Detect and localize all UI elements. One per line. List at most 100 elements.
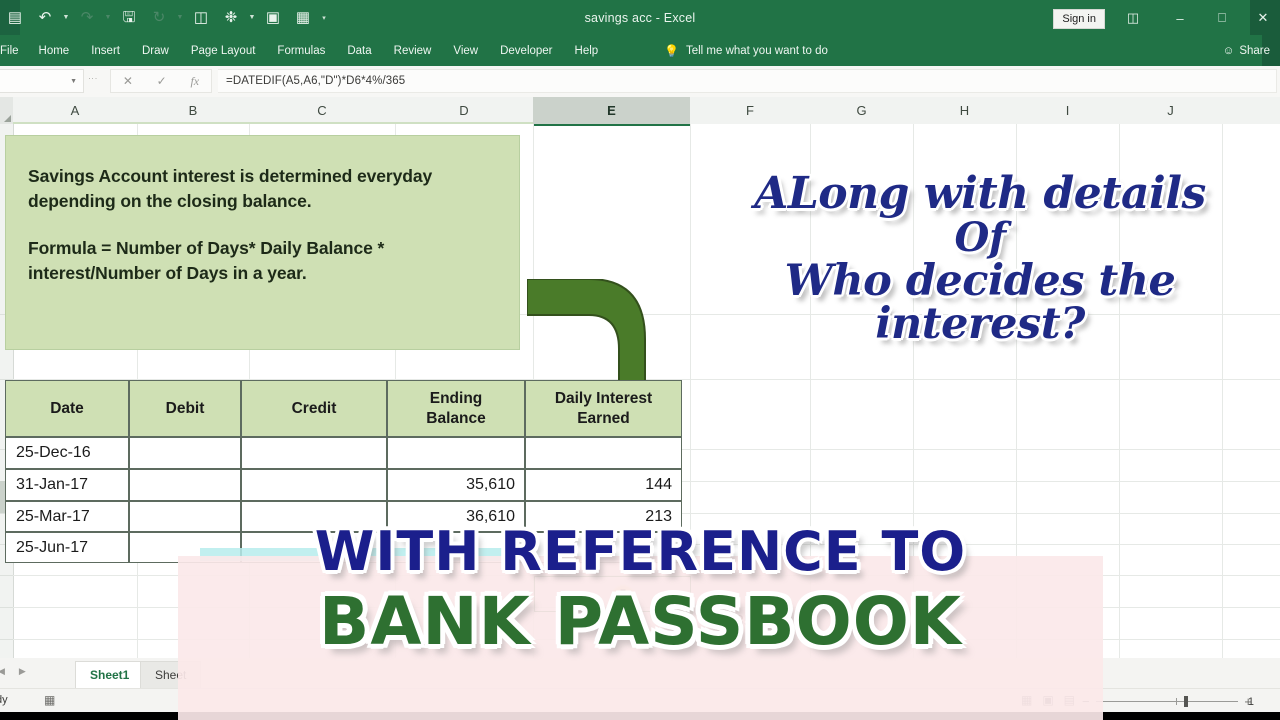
overlay-pink-panel	[178, 556, 1103, 720]
tab-developer[interactable]: Developer	[489, 35, 563, 66]
minimize-icon[interactable]: –	[1165, 7, 1195, 29]
share-button[interactable]: ☺ Share	[1223, 35, 1270, 66]
row-header-8[interactable]	[0, 575, 14, 608]
redo-icon[interactable]: ↷	[72, 5, 102, 31]
column-header-c[interactable]: C	[249, 97, 396, 124]
formula-input[interactable]: =DATEDIF(A5,A6,"D")*D6*4%/365	[218, 69, 1277, 93]
cell-credit-3[interactable]	[241, 501, 387, 532]
cell-daily-interest-2[interactable]: 144	[525, 469, 682, 501]
tab-draw[interactable]: Draw	[131, 35, 180, 66]
table-header-row: Date Debit Credit Ending Balance Daily I…	[5, 380, 682, 437]
sheet-tab-sheet1[interactable]: Sheet1	[75, 661, 145, 690]
formula-bar-grip[interactable]: ⋮	[88, 74, 98, 83]
customize-qat-icon[interactable]: ▾	[318, 5, 330, 31]
th-date: Date	[5, 380, 129, 437]
table-row[interactable]: 25-Mar-17 36,610 213	[5, 501, 682, 532]
passbook-table: Date Debit Credit Ending Balance Daily I…	[5, 380, 682, 563]
zoom-slider-handle[interactable]	[1184, 695, 1189, 707]
th-ending-balance-l1: Ending	[429, 390, 483, 408]
zoom-level-label: 1	[1247, 696, 1254, 708]
th-ending-balance-l2: Balance	[426, 409, 486, 427]
name-box[interactable]: ▼	[0, 69, 84, 93]
cell-ending-balance-1[interactable]	[387, 437, 525, 469]
table-row[interactable]: 31-Jan-17 35,610 144	[5, 469, 682, 501]
zoom-control[interactable]: − + 1	[1082, 692, 1254, 710]
undo-dropdown-caret-icon[interactable]: ▼	[60, 5, 72, 31]
tab-formulas[interactable]: Formulas	[266, 35, 336, 66]
nav-first-icon[interactable]: ◀	[0, 666, 5, 677]
record-macro-icon[interactable]: ▦	[44, 693, 55, 707]
table-row[interactable]: 25-Dec-16	[5, 437, 682, 469]
row-header-9[interactable]	[0, 607, 14, 640]
nav-prev-icon[interactable]: ▶	[19, 666, 26, 677]
column-header-k[interactable]	[1222, 97, 1280, 124]
restore-icon[interactable]: ⎕	[1207, 7, 1237, 29]
note-line-4: interest/Number of Days in a year.	[28, 262, 307, 283]
column-header-i[interactable]: I	[1016, 97, 1120, 124]
table-icon[interactable]: ▦	[288, 5, 318, 31]
select-all-corner[interactable]	[0, 97, 13, 124]
tab-view[interactable]: View	[442, 35, 489, 66]
tab-page-layout[interactable]: Page Layout	[180, 35, 267, 66]
spelling-icon[interactable]: ❉	[216, 5, 246, 31]
column-header-h[interactable]: H	[913, 97, 1017, 124]
cell-debit-2[interactable]	[129, 469, 241, 501]
cell-date-1[interactable]: 25-Dec-16	[5, 437, 129, 469]
repeat-dropdown-caret-icon[interactable]: ▼	[174, 5, 186, 31]
print-preview-icon[interactable]: ◫	[186, 5, 216, 31]
note-line-3: Formula = Number of Days* Daily Balance …	[28, 237, 385, 258]
cell-ending-balance-2[interactable]: 35,610	[387, 469, 525, 501]
cell-date-3[interactable]: 25-Mar-17	[5, 501, 129, 532]
zoom-slider[interactable]	[1095, 695, 1239, 707]
column-header-e[interactable]: E	[533, 97, 691, 126]
sign-in-button[interactable]: Sign in	[1053, 9, 1105, 29]
th-daily-interest: Daily Interest Earned	[525, 380, 682, 437]
tab-file[interactable]: File	[0, 35, 28, 66]
sheet-nav-arrows[interactable]: ◀ ▶	[0, 666, 26, 677]
cell-daily-interest-1[interactable]	[525, 437, 682, 469]
quick-access-toolbar: ▤ ↶ ▼ ↷ ▼ 🖫 ↻ ▼ ◫ ❉ ▼ ▣ ▦ ▾	[0, 4, 330, 31]
ribbon-tabs: File Home Insert Draw Page Layout Formul…	[0, 35, 609, 66]
column-header-a[interactable]: A	[13, 97, 138, 124]
tab-home[interactable]: Home	[28, 35, 81, 66]
tell-me-search[interactable]: 💡 Tell me what you want to do	[664, 35, 828, 66]
cell-credit-1[interactable]	[241, 437, 387, 469]
undo-icon[interactable]: ↶	[30, 5, 60, 31]
column-header-b[interactable]: B	[137, 97, 250, 124]
cell-ending-balance-3[interactable]: 36,610	[387, 501, 525, 532]
cell-date-2[interactable]: 31-Jan-17	[5, 469, 129, 501]
column-header-j[interactable]: J	[1119, 97, 1223, 124]
column-header-g[interactable]: G	[810, 97, 914, 124]
th-debit: Debit	[129, 380, 241, 437]
column-header-d[interactable]: D	[395, 97, 534, 124]
cell-debit-1[interactable]	[129, 437, 241, 469]
spelling-dropdown-caret-icon[interactable]: ▼	[246, 5, 258, 31]
formula-bar: ▼ ⋮ ✕ ✓ fx =DATEDIF(A5,A6,"D")*D6*4%/365	[0, 66, 1280, 98]
note-line-2: depending on the closing balance.	[28, 190, 312, 211]
save-icon[interactable]: ▤	[0, 5, 30, 31]
cell-credit-2[interactable]	[241, 469, 387, 501]
tab-insert[interactable]: Insert	[80, 35, 131, 66]
ribbon-display-options-icon[interactable]: ◫	[1118, 7, 1148, 29]
cell-date-4[interactable]: 25-Jun-17	[5, 532, 129, 563]
th-daily-interest-l2: Earned	[577, 409, 630, 427]
tab-help[interactable]: Help	[564, 35, 610, 66]
column-header-f[interactable]: F	[690, 97, 811, 124]
tab-review[interactable]: Review	[383, 35, 443, 66]
share-label: Share	[1239, 44, 1270, 57]
enter-check-icon[interactable]: ✓	[157, 74, 167, 88]
name-box-caret-icon[interactable]: ▼	[70, 78, 77, 85]
cell-daily-interest-3[interactable]: 213	[525, 501, 682, 532]
redo-dropdown-caret-icon[interactable]: ▼	[102, 5, 114, 31]
save-as-icon[interactable]: 🖫	[114, 5, 144, 31]
cell-debit-3[interactable]	[129, 501, 241, 532]
cancel-x-icon[interactable]: ✕	[123, 74, 133, 88]
tab-data[interactable]: Data	[336, 35, 382, 66]
close-icon[interactable]: ✕	[1248, 7, 1278, 29]
ribbon-tab-strip: File Home Insert Draw Page Layout Formul…	[0, 35, 1280, 66]
tell-me-placeholder: Tell me what you want to do	[685, 44, 828, 57]
repeat-icon[interactable]: ↻	[144, 5, 174, 31]
insert-function-fx-icon[interactable]: fx	[190, 74, 199, 89]
note-textbox: Savings Account interest is determined e…	[5, 135, 520, 350]
new-comment-icon[interactable]: ▣	[258, 5, 288, 31]
